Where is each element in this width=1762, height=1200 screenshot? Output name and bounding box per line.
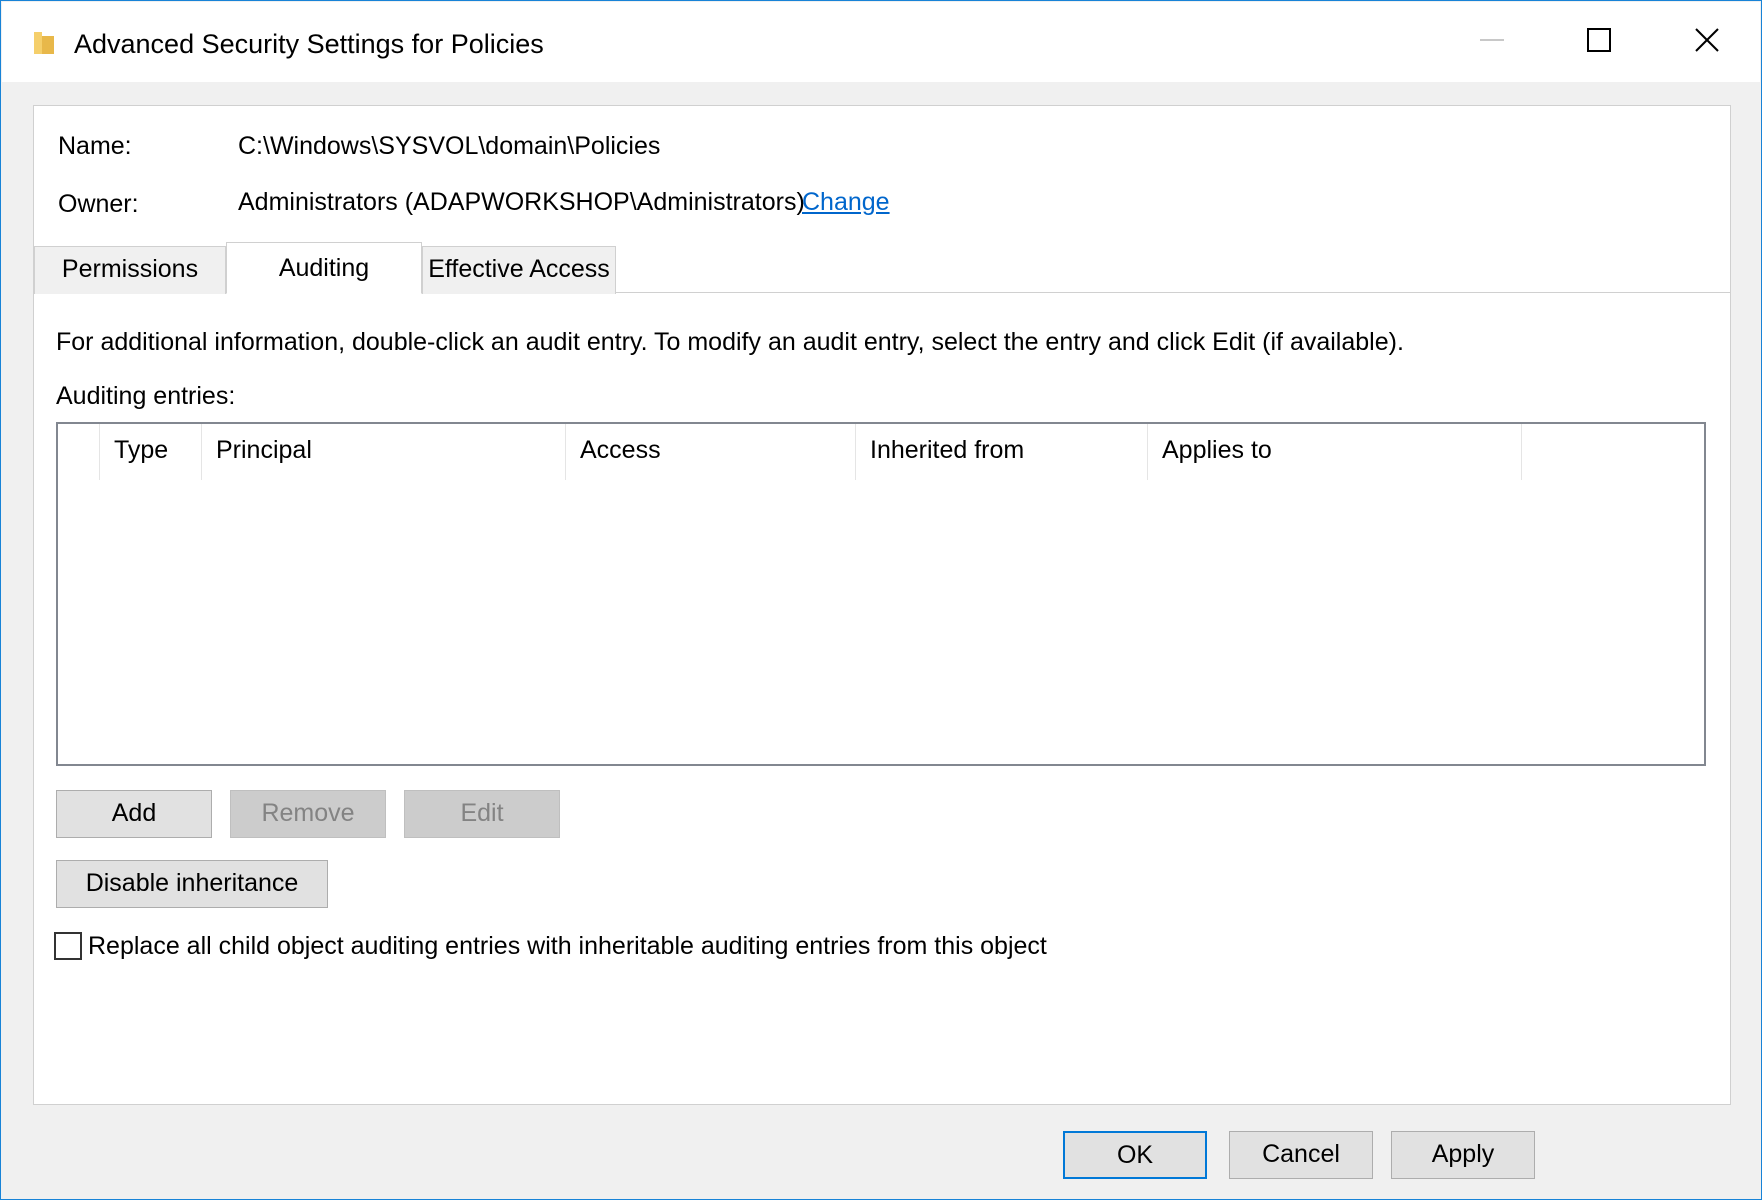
list-header: Type Principal Access Inherited from App… xyxy=(58,424,1704,480)
edit-button[interactable]: Edit xyxy=(404,790,560,838)
tab-effective-access[interactable]: Effective Access xyxy=(422,246,616,294)
column-header-principal[interactable]: Principal xyxy=(202,424,566,480)
ok-button[interactable]: OK xyxy=(1063,1131,1207,1179)
folder-icon xyxy=(34,32,54,54)
edit-button-label: Edit xyxy=(460,799,504,827)
name-value: C:\Windows\SYSVOL\domain\Policies xyxy=(238,132,661,160)
replace-child-entries-checkbox[interactable] xyxy=(54,932,82,960)
disable-inheritance-button[interactable]: Disable inheritance xyxy=(56,860,328,908)
apply-button[interactable]: Apply xyxy=(1391,1131,1535,1179)
disable-inheritance-label: Disable inheritance xyxy=(85,869,299,897)
owner-value: Administrators (ADAPWORKSHOP\Administrat… xyxy=(238,188,805,216)
tab-permissions[interactable]: Permissions xyxy=(34,246,226,294)
maximize-icon xyxy=(1587,28,1611,52)
column-header-access[interactable]: Access xyxy=(566,424,856,480)
name-label: Name: xyxy=(58,132,132,160)
minimize-icon xyxy=(1480,39,1504,41)
apply-button-label: Apply xyxy=(1431,1140,1495,1168)
close-icon xyxy=(1695,28,1719,52)
settings-panel: Name: C:\Windows\SYSVOL\domain\Policies … xyxy=(33,105,1731,1105)
auditing-entries-label: Auditing entries: xyxy=(56,382,236,410)
add-button[interactable]: Add xyxy=(56,790,212,838)
column-header-icon xyxy=(58,424,100,480)
remove-button[interactable]: Remove xyxy=(230,790,386,838)
owner-label: Owner: xyxy=(58,190,139,218)
auditing-entries-list[interactable]: Type Principal Access Inherited from App… xyxy=(56,422,1706,766)
ok-button-label: OK xyxy=(1116,1141,1154,1169)
auditing-instructions: For additional information, double-click… xyxy=(56,328,1404,356)
cancel-button-label: Cancel xyxy=(1262,1140,1340,1168)
window-title: Advanced Security Settings for Policies xyxy=(74,29,544,59)
maximize-button[interactable] xyxy=(1550,2,1650,82)
minimize-button[interactable] xyxy=(1442,2,1542,82)
remove-button-label: Remove xyxy=(261,799,355,827)
replace-child-entries-label[interactable]: Replace all child object auditing entrie… xyxy=(88,930,1047,962)
change-owner-link[interactable]: Change xyxy=(802,186,890,218)
title-bar[interactable]: Advanced Security Settings for Policies xyxy=(2,2,1760,82)
column-header-applies-to[interactable]: Applies to xyxy=(1148,424,1522,480)
add-button-label: Add xyxy=(111,799,157,827)
column-header-inherited-from[interactable]: Inherited from xyxy=(856,424,1148,480)
column-header-type[interactable]: Type xyxy=(100,424,202,480)
close-button[interactable] xyxy=(1656,2,1756,82)
tab-auditing[interactable]: Auditing xyxy=(226,242,422,294)
security-settings-window: Advanced Security Settings for Policies … xyxy=(0,0,1762,1200)
cancel-button[interactable]: Cancel xyxy=(1229,1131,1373,1179)
